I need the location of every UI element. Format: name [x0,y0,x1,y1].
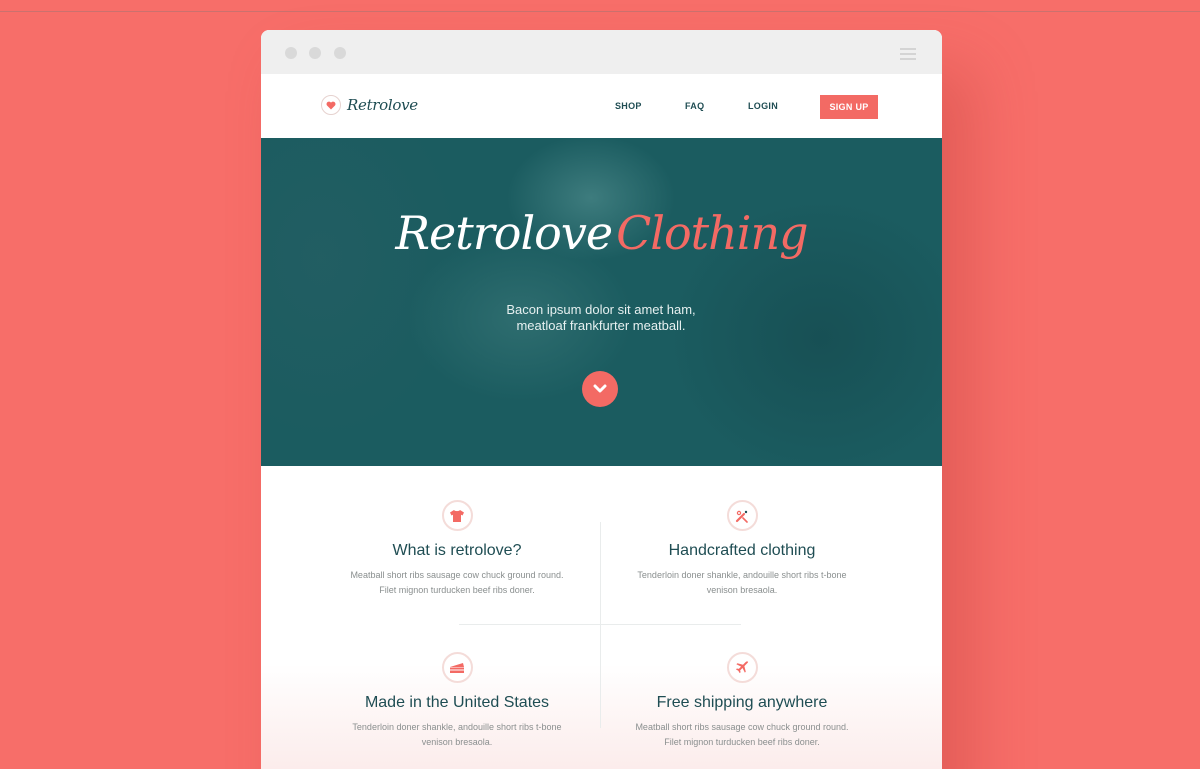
feature-title: Made in the United States [364,694,550,711]
browser-chrome [261,30,942,74]
nav-login-link[interactable]: LOGIN [748,101,778,111]
feature-text: Tenderloin doner shankle, andouille shor… [352,722,562,747]
features-horizontal-divider [459,624,741,625]
airplane-icon [726,652,758,683]
hero-title-brand: Retrolove [395,206,613,260]
hero-subtitle: Bacon ipsum dolor sit amet ham, meatloaf… [461,302,741,334]
feature-title: Free shipping anywhere [656,694,828,711]
feature-card: Handcrafted clothing Tenderloin doner sh… [592,500,892,598]
window-minimize-dot[interactable] [309,47,321,59]
nav-faq-link[interactable]: FAQ [685,101,704,111]
window-maximize-dot[interactable] [334,47,346,59]
browser-window: Retrolove SHOP FAQ LOGIN SIGN UP Retrolo… [261,30,942,769]
sewing-tools-icon [726,500,758,531]
hero-title: RetroloveClothing [261,206,942,260]
scroll-down-button[interactable] [582,371,618,407]
feature-text: Meatball short ribs sausage cow chuck gr… [350,570,564,595]
logo-text: Retrolove [347,96,418,114]
site-navbar: Retrolove SHOP FAQ LOGIN SIGN UP [261,74,942,138]
tshirt-icon [441,500,473,531]
hero-subtitle-line-2: meatloaf frankfurter meatball. [516,318,686,333]
window-close-dot[interactable] [285,47,297,59]
feature-text: Tenderloin doner shankle, andouille shor… [637,570,847,595]
signup-button[interactable]: SIGN UP [820,95,878,119]
feature-card: Made in the United States Tenderloin don… [307,652,607,750]
feature-title: Handcrafted clothing [668,542,816,559]
cake-slice-icon [441,652,473,683]
hero-subtitle-line-1: Bacon ipsum dolor sit amet ham, [506,302,696,317]
site-logo[interactable]: Retrolove [321,95,418,115]
feature-card: What is retrolove? Meatball short ribs s… [307,500,607,598]
menu-icon[interactable] [900,48,916,63]
hero-title-accent: Clothing [616,206,808,260]
heart-icon [321,95,341,115]
hero-section: RetroloveClothing Bacon ipsum dolor sit … [261,138,942,466]
page-divider [0,11,1200,12]
feature-card: Free shipping anywhere Meatball short ri… [592,652,892,750]
feature-title: What is retrolove? [392,542,522,559]
nav-shop-link[interactable]: SHOP [615,101,642,111]
feature-text: Meatball short ribs sausage cow chuck gr… [635,722,849,747]
features-section: What is retrolove? Meatball short ribs s… [261,466,942,769]
chevron-down-icon [593,384,607,393]
